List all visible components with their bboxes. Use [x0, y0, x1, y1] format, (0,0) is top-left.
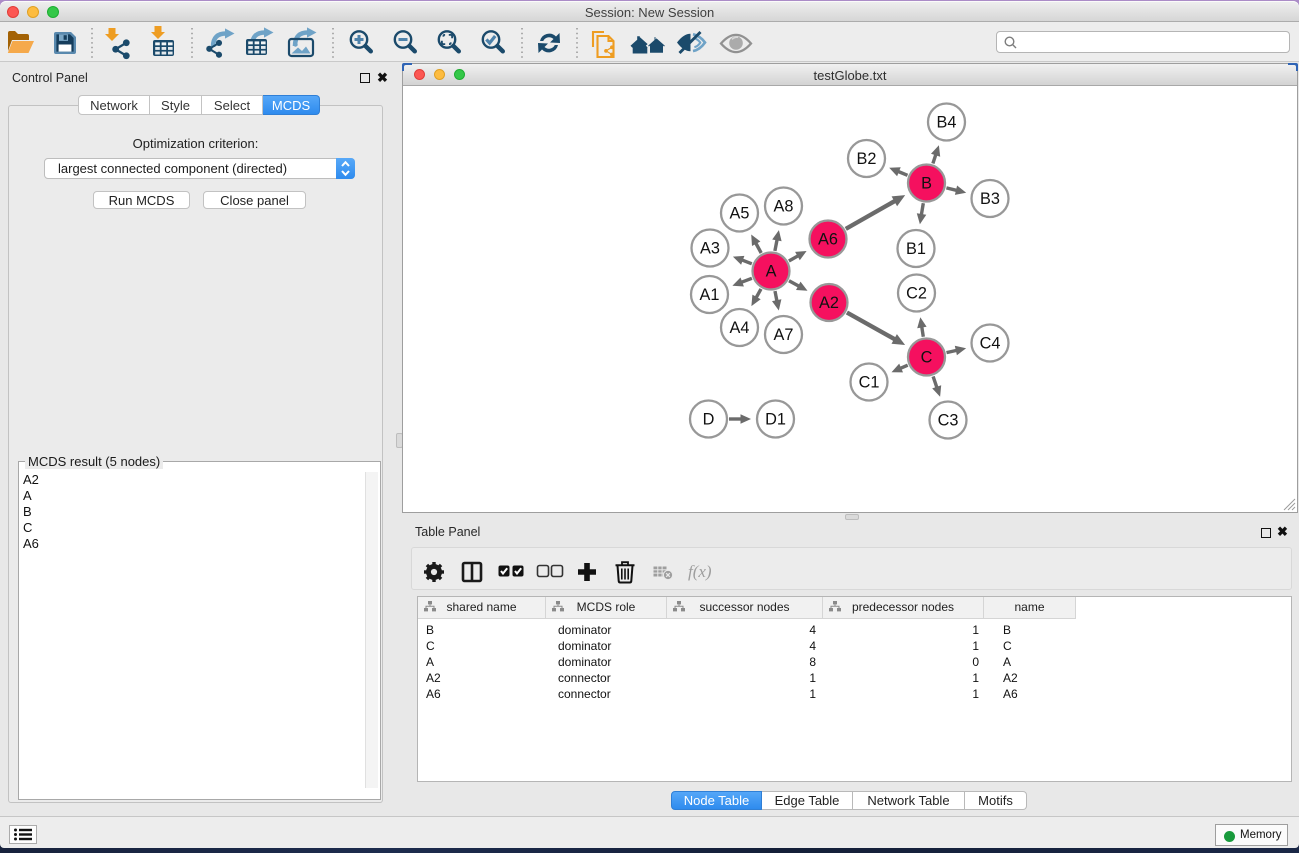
svg-text:B2: B2	[857, 150, 877, 168]
svg-text:B: B	[921, 175, 932, 193]
svg-text:C2: C2	[906, 285, 927, 303]
svg-text:D1: D1	[765, 411, 786, 429]
svg-text:C: C	[921, 349, 933, 367]
svg-text:C1: C1	[859, 374, 880, 392]
svg-text:A: A	[766, 263, 777, 281]
svg-text:A7: A7	[774, 326, 794, 344]
svg-text:B4: B4	[937, 114, 957, 132]
svg-text:A6: A6	[818, 231, 838, 249]
svg-text:B3: B3	[980, 190, 1000, 208]
svg-text:D: D	[703, 411, 715, 429]
svg-text:A1: A1	[700, 286, 720, 304]
svg-text:B1: B1	[906, 240, 926, 258]
svg-text:A8: A8	[774, 198, 794, 216]
svg-text:A4: A4	[730, 319, 750, 337]
svg-text:A3: A3	[700, 240, 720, 258]
svg-text:A5: A5	[730, 205, 750, 223]
svg-text:A2: A2	[819, 294, 839, 312]
svg-text:C3: C3	[938, 412, 959, 430]
svg-text:C4: C4	[980, 335, 1001, 353]
